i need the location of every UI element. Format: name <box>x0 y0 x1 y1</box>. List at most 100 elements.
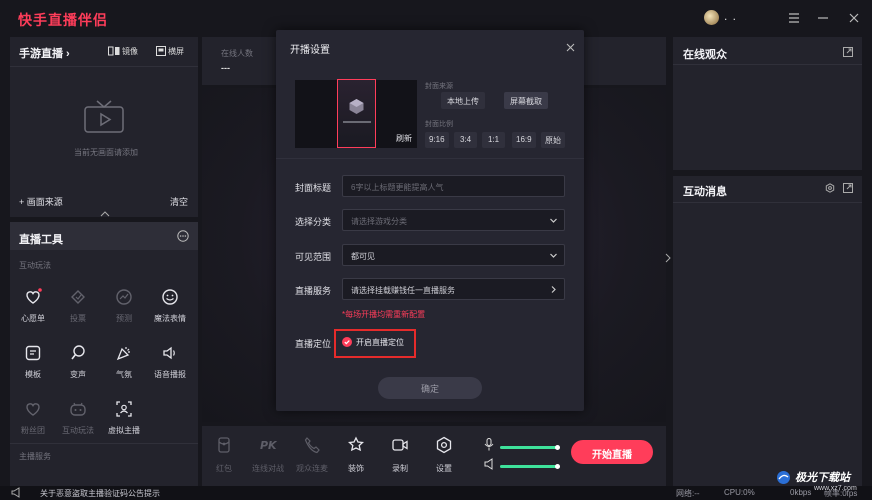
tool-template[interactable]: 模板 <box>11 344 55 380</box>
tool-label: 预测 <box>116 314 132 323</box>
menu-icon[interactable] <box>785 9 803 27</box>
audience-mic-button[interactable]: 观众连麦 <box>292 436 332 474</box>
viewers-title: 在线观众 <box>683 49 727 61</box>
tool-label: 语音播报 <box>154 370 186 379</box>
speaker-volume-fill <box>500 465 557 468</box>
watermark-title: 极光下载站 <box>795 472 850 484</box>
close-icon[interactable] <box>566 43 575 52</box>
tool-vote[interactable]: 投票 <box>56 288 100 324</box>
ratio-1-1[interactable]: 1:1 <box>482 132 505 148</box>
pk-icon: PK <box>259 436 277 454</box>
smile-icon <box>161 288 179 306</box>
tool-label: 装饰 <box>348 464 364 473</box>
visibility-value: 都可见 <box>351 252 375 261</box>
tool-label: 互动玩法 <box>62 426 94 435</box>
tool-label: 虚拟主播 <box>108 426 140 435</box>
popout-icon[interactable] <box>843 47 853 57</box>
chevron-right-icon <box>549 285 558 294</box>
popout-icon[interactable] <box>843 183 853 193</box>
settings-button[interactable]: 设置 <box>424 436 464 474</box>
confirm-button[interactable]: 确定 <box>378 377 482 399</box>
tool-label: 心愿单 <box>21 314 45 323</box>
tool-magic-emoji[interactable]: 魔法表情 <box>148 288 192 324</box>
visibility-select[interactable]: 都可见 <box>342 244 565 266</box>
start-live-button[interactable]: 开始直播 <box>571 440 653 464</box>
visibility-label: 可见范围 <box>295 252 332 262</box>
location-checkbox[interactable] <box>342 337 352 347</box>
clear-button[interactable]: 清空 <box>170 195 188 208</box>
mic-volume-knob[interactable] <box>554 445 560 450</box>
divider <box>10 443 198 444</box>
tool-interactive-game[interactable]: 互动玩法 <box>56 400 100 436</box>
tool-label: 录制 <box>392 464 408 473</box>
speaker-volume-slider[interactable] <box>500 464 560 469</box>
svg-text:PK: PK <box>260 439 277 452</box>
speaker-volume-icon[interactable] <box>484 458 494 470</box>
live-service-label: 直播服务 <box>295 286 332 296</box>
notice-link[interactable]: 关于恶意盗取主播验证码公告提示 <box>40 488 160 499</box>
tool-atmosphere[interactable]: 气氛 <box>102 344 146 380</box>
predict-icon <box>115 288 133 306</box>
tool-label: 气氛 <box>116 370 132 379</box>
cpu-status: CPU:0% <box>724 488 755 497</box>
tv-icon <box>84 98 124 134</box>
party-icon <box>115 344 133 362</box>
red-packet-button[interactable]: 红包 <box>204 436 244 474</box>
cover-crop-frame[interactable] <box>337 79 376 148</box>
tool-voice-broadcast[interactable]: 语音播报 <box>148 344 192 380</box>
tool-voice-change[interactable]: 变声 <box>56 344 100 380</box>
live-service-select[interactable]: 请选择挂载赚钱任一直播服务 <box>342 278 565 300</box>
location-toggle-label[interactable]: 开启直播定位 <box>356 337 404 348</box>
more-icon[interactable] <box>177 230 189 242</box>
tool-label: 投票 <box>70 314 86 323</box>
pk-battle-button[interactable]: PK 连线对战 <box>248 436 288 474</box>
mirror-icon[interactable] <box>108 46 120 56</box>
landscape-icon[interactable] <box>156 46 166 56</box>
upload-local-button[interactable]: 本地上传 <box>441 92 485 109</box>
ratio-3-4[interactable]: 3:4 <box>454 132 477 148</box>
service-warning: *每场开播均需重新配置 <box>342 310 426 319</box>
screen-capture-button[interactable]: 屏幕截取 <box>504 92 548 109</box>
tool-fan-club[interactable]: 粉丝团 <box>11 400 55 436</box>
close-window-icon[interactable] <box>845 9 863 27</box>
minimize-icon[interactable] <box>814 9 832 27</box>
divider <box>276 158 584 159</box>
message-settings-icon[interactable] <box>825 183 835 193</box>
game-live-title[interactable]: 手游直播 › <box>19 45 70 61</box>
cover-source-label: 封面来源 <box>425 83 453 90</box>
tool-label: 连线对战 <box>252 464 284 473</box>
microphone-icon[interactable] <box>484 438 494 451</box>
cover-title-input[interactable]: 6字以上标题更能提高人气 <box>342 175 565 197</box>
ratio-original[interactable]: 原始 <box>541 132 565 148</box>
tool-predict[interactable]: 预测 <box>102 288 146 324</box>
dialog-title: 开播设置 <box>290 45 330 56</box>
tool-wishlist[interactable]: 心愿单 <box>11 288 55 324</box>
tool-label: 粉丝团 <box>21 426 45 435</box>
mic-volume-slider[interactable] <box>500 445 560 450</box>
mirror-label[interactable]: 镜像 <box>122 46 138 57</box>
category-select[interactable]: 请选择游戏分类 <box>342 209 565 231</box>
settings-icon <box>435 436 453 454</box>
ratio-16-9[interactable]: 16:9 <box>512 132 536 148</box>
collapse-icon[interactable] <box>100 211 110 217</box>
live-service-value: 请选择挂载赚钱任一直播服务 <box>351 286 455 295</box>
landscape-label[interactable]: 横屏 <box>168 46 184 57</box>
record-button[interactable]: 录制 <box>380 436 420 474</box>
refresh-button[interactable]: 刷新 <box>396 133 412 144</box>
live-location-label: 直播定位 <box>295 339 332 349</box>
add-source-button[interactable]: + 画面来源 <box>19 195 63 208</box>
upload-speed: 0kbps <box>790 488 812 497</box>
decoration-button[interactable]: 装饰 <box>336 436 376 474</box>
ratio-9-16[interactable]: 9:16 <box>425 132 449 148</box>
divider <box>673 64 862 65</box>
user-name[interactable]: . . <box>724 9 737 23</box>
expand-right-icon[interactable] <box>664 252 672 264</box>
tool-label: 红包 <box>216 464 232 473</box>
tool-label: 变声 <box>70 370 86 379</box>
tool-label: 魔法表情 <box>154 314 186 323</box>
speaker-volume-knob[interactable] <box>554 464 560 469</box>
online-count-label: 在线人数 <box>221 49 253 58</box>
record-icon <box>391 436 409 454</box>
tool-virtual-anchor[interactable]: 虚拟主播 <box>102 400 146 436</box>
avatar[interactable] <box>704 10 719 25</box>
